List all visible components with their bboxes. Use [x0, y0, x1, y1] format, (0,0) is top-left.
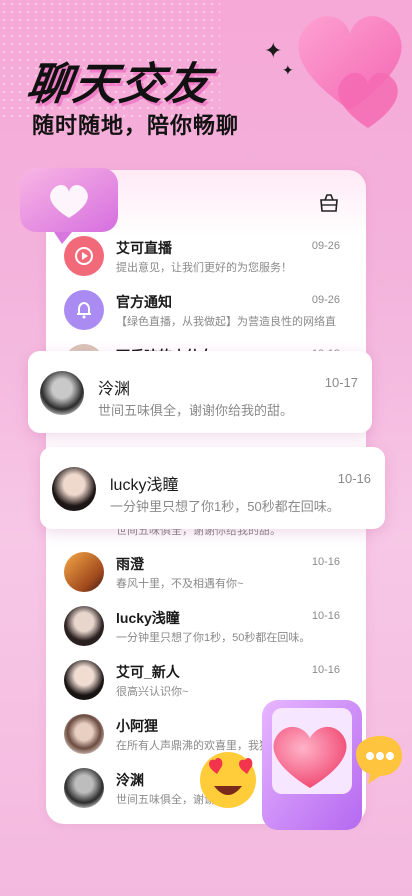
list-item[interactable]: 官方通知 09-26 【绿色直播，从我做起】为营造良性的网络直… — [64, 284, 344, 332]
list-item[interactable]: 艾可_新人 10-16 很高兴认识你~ — [64, 654, 344, 702]
avatar — [64, 714, 104, 754]
sparkle-icon: ✦ — [264, 38, 283, 63]
message-date: 09-26 — [311, 240, 340, 252]
contact-name: lucky浅瞳 — [110, 477, 179, 494]
avatar — [64, 552, 104, 592]
contact-name: 艾可直播 — [116, 240, 172, 256]
shop-icon[interactable] — [318, 192, 340, 214]
list-item[interactable]: lucky浅瞳 10-16 一分钟里只想了你1秒，50秒都在回味。 — [64, 600, 344, 648]
highlight-message-card[interactable]: lucky浅瞳 10-16 一分钟里只想了你1秒，50秒都在回味。 — [40, 447, 385, 529]
message-preview: 春风十里，不及相遇有你~ — [116, 578, 244, 590]
avatar — [64, 660, 104, 700]
sparkle-small-icon: ✦ — [282, 62, 294, 78]
avatar — [64, 768, 104, 808]
bell-icon — [64, 290, 104, 330]
message-preview: 一分钟里只想了你1秒，50秒都在回味。 — [116, 632, 311, 644]
list-item[interactable]: 艾可直播 09-26 提出意见，让我们更好的为您服务！ — [64, 230, 344, 278]
message-date: 09-26 — [311, 294, 340, 306]
avatar — [40, 371, 84, 415]
message-preview: 世间五味俱全，谢谢你给我的甜。 — [98, 403, 294, 418]
contact-name: 小阿狸 — [116, 718, 158, 734]
message-date: 10-16 — [337, 471, 371, 486]
contact-name: 雨澄 — [116, 556, 144, 572]
message-date: 10-16 — [311, 556, 340, 568]
contact-name: 官方通知 — [116, 294, 172, 310]
highlight-message-card[interactable]: 泠渊 10-17 世间五味俱全，谢谢你给我的甜。 — [28, 351, 372, 433]
contact-name: lucky浅瞳 — [116, 610, 180, 626]
contact-name: 泠渊 — [98, 381, 131, 398]
avatar — [52, 467, 96, 511]
message-preview: 一分钟里只想了你1秒，50秒都在回味。 — [110, 499, 340, 514]
message-date: 10-17 — [324, 375, 358, 390]
avatar — [64, 606, 104, 646]
contact-name: 泠渊 — [116, 772, 144, 788]
contact-name: 艾可_新人 — [116, 664, 180, 680]
phone-heart-decoration — [200, 700, 402, 830]
message-preview: 【绿色直播，从我做起】为营造良性的网络直… — [116, 316, 336, 328]
heart-decoration-top — [298, 16, 402, 128]
message-preview: 提出意见，让我们更好的为您服务！ — [116, 262, 292, 274]
list-item[interactable]: 雨澄 10-16 春风十里，不及相遇有你~ — [64, 546, 344, 594]
page-subtitle: 随时随地，陪你畅聊 — [32, 113, 240, 138]
play-icon — [64, 236, 104, 276]
message-date: 10-16 — [311, 664, 340, 676]
page-title: 聊天交友 — [23, 60, 215, 109]
message-date: 10-16 — [311, 610, 340, 622]
